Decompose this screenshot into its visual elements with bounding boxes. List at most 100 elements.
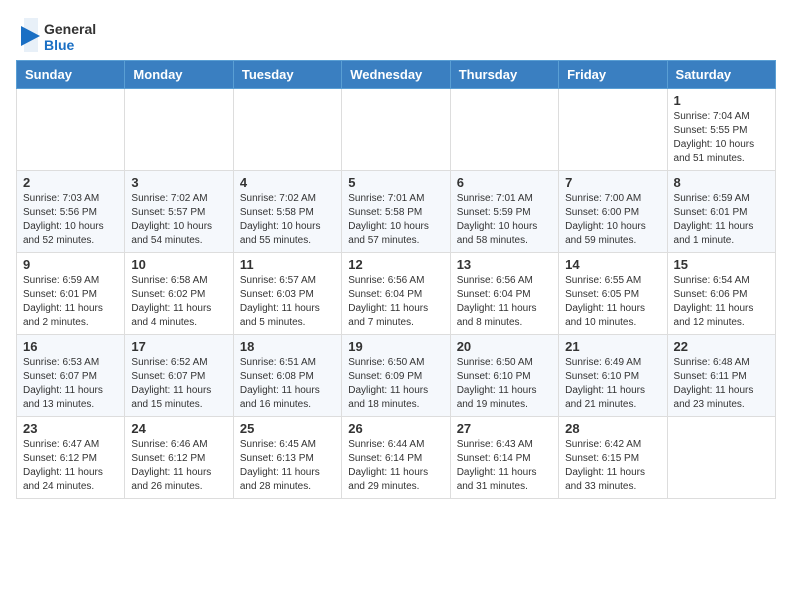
week-row-3: 9 Sunrise: 6:59 AM Sunset: 6:01 PM Daylig… — [17, 253, 776, 335]
day-info: Sunrise: 6:43 AM Sunset: 6:14 PM Dayligh… — [457, 438, 552, 494]
day-cell-25: 25 Sunrise: 6:45 AM Sunset: 6:13 PM Dayli… — [233, 417, 341, 499]
day-info: Sunrise: 6:42 AM Sunset: 6:15 PM Dayligh… — [565, 438, 660, 494]
day-number: 3 — [131, 175, 226, 190]
day-number: 11 — [240, 257, 335, 272]
day-number: 2 — [23, 175, 118, 190]
week-row-1: 1 Sunrise: 7:04 AM Sunset: 5:55 PM Daylig… — [17, 89, 776, 171]
day-cell-6: 6Sunrise: 7:01 AM Sunset: 5:59 PM Daylig… — [450, 171, 558, 253]
day-number: 17 — [131, 339, 226, 354]
day-cell-9: 9 Sunrise: 6:59 AM Sunset: 6:01 PM Daylig… — [17, 253, 125, 335]
svg-text:Blue: Blue — [44, 37, 75, 53]
day-number: 20 — [457, 339, 552, 354]
weekday-header-monday: Monday — [125, 61, 233, 89]
day-info: Sunrise: 6:58 AM Sunset: 6:02 PM Dayligh… — [131, 274, 226, 330]
day-number: 28 — [565, 421, 660, 436]
day-info: Sunrise: 6:59 AM Sunset: 6:01 PM Dayligh… — [23, 274, 118, 330]
day-number: 12 — [348, 257, 443, 272]
day-info: Sunrise: 7:04 AM Sunset: 5:55 PM Dayligh… — [674, 110, 769, 166]
day-cell-1: 1 Sunrise: 7:04 AM Sunset: 5:55 PM Daylig… — [667, 89, 775, 171]
day-number: 1 — [674, 93, 769, 108]
day-number: 19 — [348, 339, 443, 354]
empty-cell — [667, 417, 775, 499]
day-number: 26 — [348, 421, 443, 436]
day-info: Sunrise: 7:03 AM Sunset: 5:56 PM Dayligh… — [23, 192, 118, 248]
day-info: Sunrise: 6:54 AM Sunset: 6:06 PM Dayligh… — [674, 274, 769, 330]
day-cell-18: 18Sunrise: 6:51 AM Sunset: 6:08 PM Dayli… — [233, 335, 341, 417]
day-info: Sunrise: 6:55 AM Sunset: 6:05 PM Dayligh… — [565, 274, 660, 330]
day-number: 10 — [131, 257, 226, 272]
day-number: 27 — [457, 421, 552, 436]
weekday-header-tuesday: Tuesday — [233, 61, 341, 89]
day-number: 7 — [565, 175, 660, 190]
day-info: Sunrise: 6:48 AM Sunset: 6:11 PM Dayligh… — [674, 356, 769, 412]
day-info: Sunrise: 6:50 AM Sunset: 6:10 PM Dayligh… — [457, 356, 552, 412]
empty-cell — [559, 89, 667, 171]
empty-cell — [450, 89, 558, 171]
day-cell-26: 26 Sunrise: 6:44 AM Sunset: 6:14 PM Dayli… — [342, 417, 450, 499]
day-cell-22: 22 Sunrise: 6:48 AM Sunset: 6:11 PM Dayli… — [667, 335, 775, 417]
calendar-table: SundayMondayTuesdayWednesdayThursdayFrid… — [16, 60, 776, 499]
day-cell-12: 12Sunrise: 6:56 AM Sunset: 6:04 PM Dayli… — [342, 253, 450, 335]
day-info: Sunrise: 6:49 AM Sunset: 6:10 PM Dayligh… — [565, 356, 660, 412]
day-info: Sunrise: 6:46 AM Sunset: 6:12 PM Dayligh… — [131, 438, 226, 494]
day-number: 22 — [674, 339, 769, 354]
week-row-2: 2 Sunrise: 7:03 AM Sunset: 5:56 PM Daylig… — [17, 171, 776, 253]
day-cell-23: 23 Sunrise: 6:47 AM Sunset: 6:12 PM Dayli… — [17, 417, 125, 499]
day-info: Sunrise: 6:45 AM Sunset: 6:13 PM Dayligh… — [240, 438, 335, 494]
day-number: 18 — [240, 339, 335, 354]
day-cell-15: 15 Sunrise: 6:54 AM Sunset: 6:06 PM Dayli… — [667, 253, 775, 335]
day-cell-19: 19 Sunrise: 6:50 AM Sunset: 6:09 PM Dayli… — [342, 335, 450, 417]
day-cell-5: 5 Sunrise: 7:01 AM Sunset: 5:58 PM Daylig… — [342, 171, 450, 253]
page-header: GeneralBlue — [16, 16, 776, 56]
weekday-header-row: SundayMondayTuesdayWednesdayThursdayFrid… — [17, 61, 776, 89]
day-info: Sunrise: 6:44 AM Sunset: 6:14 PM Dayligh… — [348, 438, 443, 494]
day-info: Sunrise: 6:47 AM Sunset: 6:12 PM Dayligh… — [23, 438, 118, 494]
empty-cell — [125, 89, 233, 171]
day-cell-13: 13 Sunrise: 6:56 AM Sunset: 6:04 PM Dayli… — [450, 253, 558, 335]
day-cell-7: 7 Sunrise: 7:00 AM Sunset: 6:00 PM Daylig… — [559, 171, 667, 253]
day-cell-11: 11 Sunrise: 6:57 AM Sunset: 6:03 PM Dayli… — [233, 253, 341, 335]
weekday-header-wednesday: Wednesday — [342, 61, 450, 89]
day-info: Sunrise: 7:02 AM Sunset: 5:57 PM Dayligh… — [131, 192, 226, 248]
day-cell-10: 10 Sunrise: 6:58 AM Sunset: 6:02 PM Dayli… — [125, 253, 233, 335]
day-number: 14 — [565, 257, 660, 272]
day-info: Sunrise: 6:52 AM Sunset: 6:07 PM Dayligh… — [131, 356, 226, 412]
day-cell-27: 27 Sunrise: 6:43 AM Sunset: 6:14 PM Dayli… — [450, 417, 558, 499]
week-row-5: 23 Sunrise: 6:47 AM Sunset: 6:12 PM Dayli… — [17, 417, 776, 499]
day-info: Sunrise: 7:02 AM Sunset: 5:58 PM Dayligh… — [240, 192, 335, 248]
day-number: 24 — [131, 421, 226, 436]
day-info: Sunrise: 7:01 AM Sunset: 5:58 PM Dayligh… — [348, 192, 443, 248]
day-number: 5 — [348, 175, 443, 190]
day-number: 6 — [457, 175, 552, 190]
day-number: 4 — [240, 175, 335, 190]
logo-svg: GeneralBlue — [16, 16, 111, 56]
weekday-header-thursday: Thursday — [450, 61, 558, 89]
empty-cell — [233, 89, 341, 171]
day-cell-20: 20 Sunrise: 6:50 AM Sunset: 6:10 PM Dayli… — [450, 335, 558, 417]
weekday-header-sunday: Sunday — [17, 61, 125, 89]
day-info: Sunrise: 6:59 AM Sunset: 6:01 PM Dayligh… — [674, 192, 769, 248]
day-info: Sunrise: 6:57 AM Sunset: 6:03 PM Dayligh… — [240, 274, 335, 330]
day-number: 15 — [674, 257, 769, 272]
day-cell-4: 4 Sunrise: 7:02 AM Sunset: 5:58 PM Daylig… — [233, 171, 341, 253]
day-info: Sunrise: 6:56 AM Sunset: 6:04 PM Dayligh… — [457, 274, 552, 330]
day-info: Sunrise: 6:50 AM Sunset: 6:09 PM Dayligh… — [348, 356, 443, 412]
day-cell-2: 2 Sunrise: 7:03 AM Sunset: 5:56 PM Daylig… — [17, 171, 125, 253]
day-cell-24: 24 Sunrise: 6:46 AM Sunset: 6:12 PM Dayli… — [125, 417, 233, 499]
empty-cell — [342, 89, 450, 171]
empty-cell — [17, 89, 125, 171]
day-cell-16: 16Sunrise: 6:53 AM Sunset: 6:07 PM Dayli… — [17, 335, 125, 417]
day-number: 25 — [240, 421, 335, 436]
day-cell-3: 3 Sunrise: 7:02 AM Sunset: 5:57 PM Daylig… — [125, 171, 233, 253]
day-number: 16 — [23, 339, 118, 354]
day-cell-8: 8 Sunrise: 6:59 AM Sunset: 6:01 PM Daylig… — [667, 171, 775, 253]
day-number: 13 — [457, 257, 552, 272]
day-number: 9 — [23, 257, 118, 272]
day-number: 8 — [674, 175, 769, 190]
weekday-header-saturday: Saturday — [667, 61, 775, 89]
day-number: 21 — [565, 339, 660, 354]
week-row-4: 16Sunrise: 6:53 AM Sunset: 6:07 PM Dayli… — [17, 335, 776, 417]
day-info: Sunrise: 7:00 AM Sunset: 6:00 PM Dayligh… — [565, 192, 660, 248]
day-number: 23 — [23, 421, 118, 436]
logo: GeneralBlue — [16, 16, 111, 56]
